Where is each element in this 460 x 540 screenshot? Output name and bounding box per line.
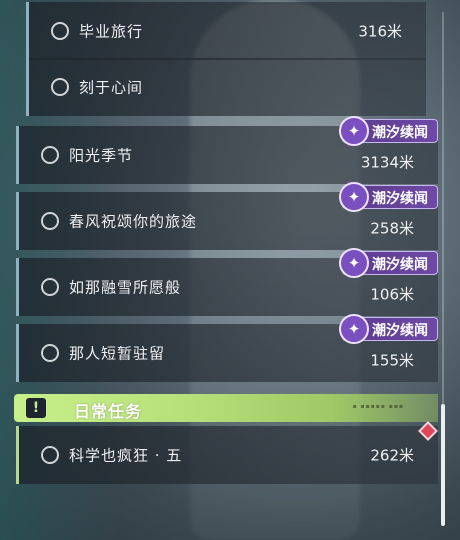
quest-distance: 3134米 [360, 153, 414, 172]
quest-item[interactable]: 毕业旅行 316米 [26, 2, 426, 60]
decorative-text: ▪ ▪▪▪▪▪ ▪▪▪ [352, 403, 404, 410]
quest-tag-badge: ✦ 潮汐续闻 [339, 182, 438, 212]
quest-status-circle-icon [51, 78, 69, 96]
quest-tag-badge: ✦ 潮汐续闻 [339, 314, 438, 344]
tide-event-icon: ✦ [339, 314, 369, 344]
quest-status-circle-icon [41, 344, 59, 362]
scrollbar-thumb[interactable] [441, 404, 445, 526]
quest-distance: 316米 [358, 22, 402, 41]
quest-status-circle-icon [41, 278, 59, 296]
quest-status-circle-icon [41, 446, 59, 464]
quest-status-circle-icon [51, 22, 69, 40]
quest-name: 春风祝颂你的旅途 [69, 212, 198, 231]
exclamation-icon: ! [26, 398, 46, 418]
quest-tag-label: 潮汐续闻 [372, 125, 428, 141]
quest-tag-label: 潮汐续闻 [372, 257, 428, 273]
quest-distance: 262米 [370, 446, 414, 465]
quest-name: 科学也疯狂 · 五 [69, 446, 183, 465]
tide-event-icon: ✦ [339, 116, 369, 146]
quest-status-circle-icon [41, 146, 59, 164]
quest-name: 毕业旅行 [79, 22, 144, 41]
quest-status-circle-icon [41, 212, 59, 230]
quest-item[interactable]: 阳光季节 3134米 ✦ 潮汐续闻 [16, 116, 438, 184]
quest-name: 那人短暂驻留 [69, 344, 166, 363]
daily-quest-item[interactable]: 科学也疯狂 · 五 262米 [16, 426, 438, 484]
tide-event-icon: ✦ [339, 248, 369, 278]
quest-distance: 258米 [370, 219, 414, 238]
quest-tag-label: 潮汐续闻 [372, 191, 428, 207]
quest-tag-badge: ✦ 潮汐续闻 [339, 248, 438, 278]
quest-item[interactable]: 如那融雪所愿般 106米 ✦ 潮汐续闻 [16, 248, 438, 316]
quest-item[interactable]: 那人短暂驻留 155米 ✦ 潮汐续闻 [16, 314, 438, 382]
tide-event-icon: ✦ [339, 182, 369, 212]
quest-name: 刻于心间 [79, 78, 144, 97]
quest-name: 阳光季节 [69, 146, 134, 165]
quest-item[interactable]: 春风祝颂你的旅途 258米 ✦ 潮汐续闻 [16, 182, 438, 250]
quest-tag-badge: ✦ 潮汐续闻 [339, 116, 438, 146]
quest-tag-label: 潮汐续闻 [372, 323, 428, 339]
quest-distance: 155米 [370, 351, 414, 370]
quest-name: 如那融雪所愿般 [69, 278, 182, 297]
section-title: 日常任务 [74, 402, 143, 421]
daily-quests-header[interactable]: ! 日常任务 ▪ ▪▪▪▪▪ ▪▪▪ [14, 394, 438, 422]
quest-item[interactable]: 刻于心间 [26, 58, 426, 116]
quest-distance: 106米 [370, 285, 414, 304]
